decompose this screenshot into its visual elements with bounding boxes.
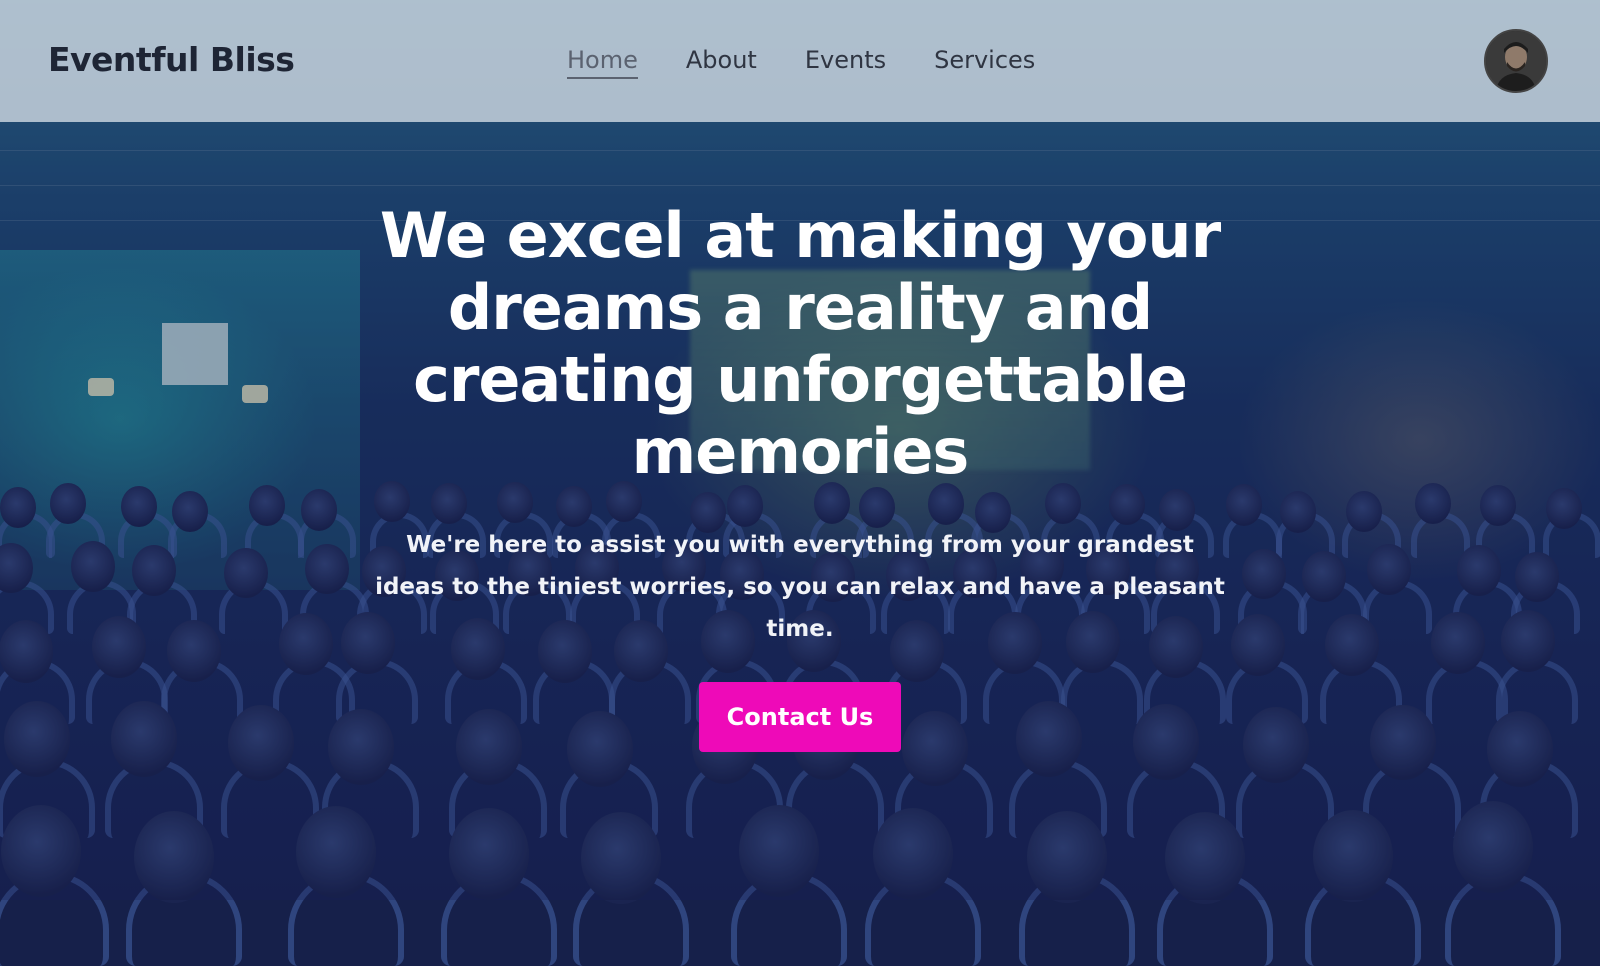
- nav-services-link[interactable]: Services: [934, 46, 1035, 79]
- brand-logo[interactable]: Eventful Bliss: [48, 40, 295, 79]
- hero-subtitle: We're here to assist you with everything…: [375, 532, 1225, 642]
- main-nav: Home About Events Services: [567, 46, 1035, 79]
- hero-section: We excel at making your dreams a reality…: [0, 200, 1600, 752]
- site-header: Eventful Bliss Home About Events Service…: [0, 0, 1600, 122]
- user-avatar[interactable]: [1484, 29, 1548, 93]
- nav-home-link[interactable]: Home: [567, 46, 638, 79]
- nav-about-link[interactable]: About: [686, 46, 757, 79]
- contact-us-button[interactable]: Contact Us: [698, 682, 902, 752]
- nav-events-link[interactable]: Events: [805, 46, 886, 79]
- hero-title: We excel at making your dreams a reality…: [379, 199, 1221, 488]
- avatar-portrait-icon: [1486, 31, 1546, 91]
